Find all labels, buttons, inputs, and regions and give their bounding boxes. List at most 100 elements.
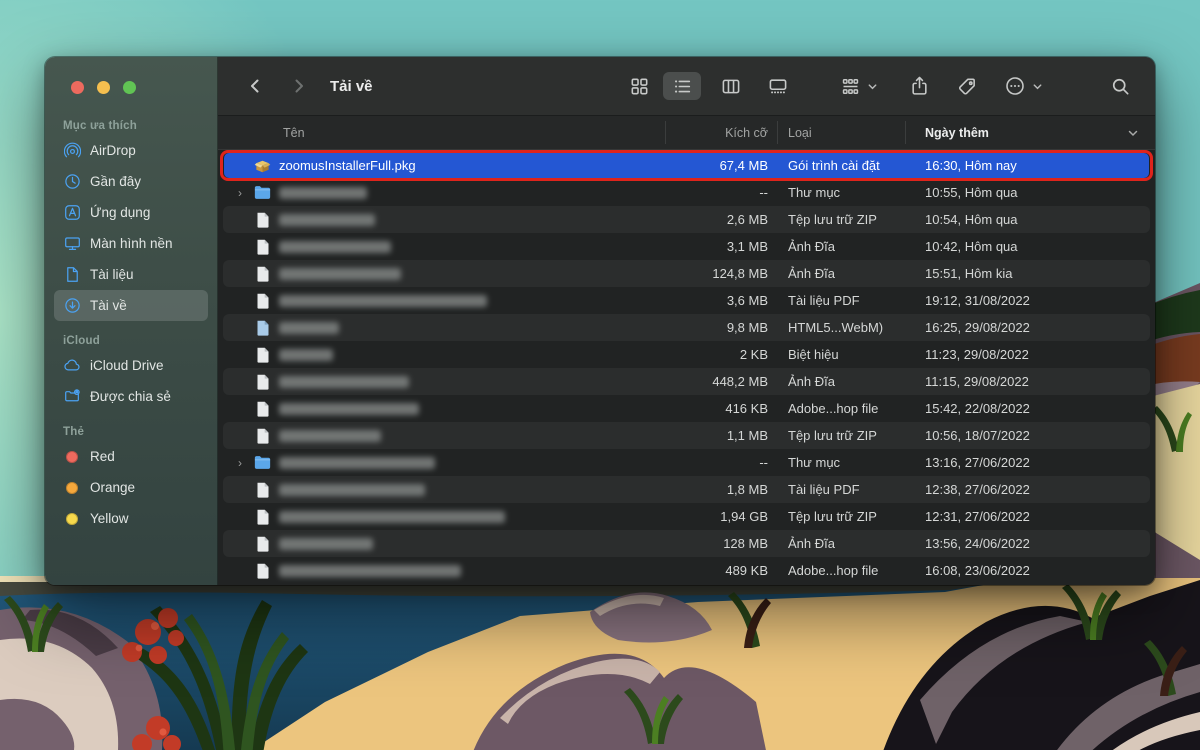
file-row[interactable]: ›--Thư mục13:16, 27/06/2022 (218, 449, 1155, 476)
file-row[interactable]: 1,1 MBTệp lưu trữ ZIP10:56, 18/07/2022 (218, 422, 1155, 449)
sidebar-item-tài-liệu[interactable]: Tài liệu (54, 259, 208, 290)
column-header-type[interactable]: Loại (777, 126, 905, 140)
type-cell: Tài liệu PDF (777, 293, 905, 308)
sidebar-item-airdrop[interactable]: AirDrop (54, 135, 208, 166)
file-row[interactable]: 3,6 MBTài liệu PDF19:12, 31/08/2022 (218, 287, 1155, 314)
type-cell: Thư mục (777, 185, 905, 200)
size-cell: 3,1 MB (665, 239, 777, 254)
date-added-cell: 13:16, 27/06/2022 (905, 455, 1155, 470)
document-icon (63, 266, 81, 284)
size-cell: -- (665, 455, 777, 470)
forward-button[interactable] (284, 72, 314, 100)
tag-color-dot (66, 513, 78, 525)
sidebar-sections: Mục ưa thíchAirDropGần đâyỨng dụngMàn hì… (45, 94, 217, 534)
name-cell (218, 238, 665, 256)
file-row[interactable]: 3,1 MBẢnh Đĩa10:42, Hôm qua (218, 233, 1155, 260)
date-added-cell: 10:42, Hôm qua (905, 239, 1155, 254)
column-header-size[interactable]: Kích cỡ (665, 126, 777, 140)
redacted-file-name (279, 349, 333, 361)
redacted-file-name (279, 268, 401, 280)
file-row[interactable]: ›--Thư mục10:55, Hôm qua (218, 179, 1155, 206)
type-cell: Gói trình cài đặt (777, 158, 905, 173)
list-view-button[interactable] (663, 72, 701, 100)
close-button[interactable] (71, 81, 84, 94)
name-cell (218, 508, 665, 526)
name-cell (218, 211, 665, 229)
file-row[interactable]: 1,94 GBTệp lưu trữ ZIP12:31, 27/06/2022 (218, 503, 1155, 530)
file-row[interactable]: 1,8 MBTài liệu PDF12:38, 27/06/2022 (218, 476, 1155, 503)
sidebar-item-red[interactable]: Red (54, 441, 208, 472)
sidebar-item-label: iCloud Drive (90, 358, 164, 373)
file-row[interactable]: 489 KBAdobe...hop file16:08, 23/06/2022 (218, 557, 1155, 584)
date-added-cell: 12:38, 27/06/2022 (905, 482, 1155, 497)
column-view-button[interactable] (716, 72, 746, 100)
name-cell: › (218, 184, 665, 202)
file-icon (253, 535, 272, 553)
type-cell: Adobe...hop file (777, 401, 905, 416)
size-cell: 3,6 MB (665, 293, 777, 308)
minimize-button[interactable] (97, 81, 110, 94)
back-button[interactable] (240, 72, 270, 100)
sidebar-item-label: Gần đây (90, 174, 141, 189)
name-cell (218, 427, 665, 445)
gallery-view-button[interactable] (763, 72, 793, 100)
redacted-file-name (279, 214, 375, 226)
search-button[interactable] (1105, 72, 1135, 100)
folder-icon (253, 454, 272, 472)
type-cell: HTML5...WebM) (777, 320, 905, 335)
type-cell: Tài liệu PDF (777, 482, 905, 497)
date-added-cell: 16:25, 29/08/2022 (905, 320, 1155, 335)
size-cell: 416 KB (665, 401, 777, 416)
file-row-selected[interactable]: zoomusInstallerFull.pkg67,4 MBGói trình … (218, 152, 1155, 179)
file-row[interactable]: 128 MBẢnh Đĩa13:56, 24/06/2022 (218, 530, 1155, 557)
search-icon (1111, 77, 1130, 96)
column-header-name[interactable]: Tên (218, 126, 665, 140)
size-cell: 9,8 MB (665, 320, 777, 335)
gallery-view-icon (768, 77, 788, 96)
grid-view-button[interactable] (624, 72, 654, 100)
redacted-file-name (279, 565, 461, 577)
sidebar-item-label: Màn hình nền (90, 236, 173, 251)
file-row[interactable]: 124,8 MBẢnh Đĩa15:51, Hôm kia (218, 260, 1155, 287)
column-header-date-added[interactable]: Ngày thêm (905, 126, 1155, 140)
shared-folder-icon (63, 388, 81, 406)
tag-button[interactable] (952, 72, 982, 100)
date-added-cell: 11:23, 29/08/2022 (905, 347, 1155, 362)
disclosure-triangle-icon[interactable]: › (238, 187, 253, 199)
sidebar-item-tài-về[interactable]: Tài về (54, 290, 208, 321)
sidebar-item-orange[interactable]: Orange (54, 472, 208, 503)
more-options-control[interactable] (1000, 72, 1043, 100)
sidebar-item-màn-hình-nền[interactable]: Màn hình nền (54, 228, 208, 259)
sidebar-item-được-chia-sẻ[interactable]: Được chia sẻ (54, 381, 208, 412)
size-cell: 489 KB (665, 563, 777, 578)
chevron-down-icon (867, 81, 878, 92)
file-row[interactable]: 2,6 MBTệp lưu trữ ZIP10:54, Hôm qua (218, 206, 1155, 233)
sort-direction-icon (1127, 127, 1139, 139)
file-row[interactable]: 416 KBAdobe...hop file15:42, 22/08/2022 (218, 395, 1155, 422)
tag-icon (958, 77, 977, 96)
tag-color-dot (66, 451, 78, 463)
file-row[interactable]: 9,8 MBHTML5...WebM)16:25, 29/08/2022 (218, 314, 1155, 341)
sidebar-item-gần-đây[interactable]: Gần đây (54, 166, 208, 197)
sidebar-item-label: Tài liệu (90, 267, 134, 282)
sidebar-item-icloud-drive[interactable]: iCloud Drive (54, 350, 208, 381)
desktop-icon (63, 235, 81, 253)
date-added-cell: 15:42, 22/08/2022 (905, 401, 1155, 416)
file-row[interactable]: 448,2 MBẢnh Đĩa11:15, 29/08/2022 (218, 368, 1155, 395)
date-added-cell: 16:30, Hôm nay (905, 158, 1155, 173)
file-icon (253, 400, 272, 418)
file-row[interactable]: 2 KBBiệt hiệu11:23, 29/08/2022 (218, 341, 1155, 368)
name-cell (218, 373, 665, 391)
redacted-file-name (279, 295, 487, 307)
main-pane: Tải về (218, 57, 1155, 585)
date-added-cell: 10:54, Hôm qua (905, 212, 1155, 227)
sidebar-section-label: iCloud (54, 335, 208, 350)
zoom-button[interactable] (123, 81, 136, 94)
column-divider (905, 121, 906, 144)
list-column-headers: Tên Kích cỡ Loại Ngày thêm (218, 116, 1155, 150)
disclosure-triangle-icon[interactable]: › (238, 457, 253, 469)
group-by-control[interactable] (835, 72, 878, 100)
share-button[interactable] (904, 72, 934, 100)
sidebar-item-yellow[interactable]: Yellow (54, 503, 208, 534)
sidebar-item-ứng-dụng[interactable]: Ứng dụng (54, 197, 208, 228)
